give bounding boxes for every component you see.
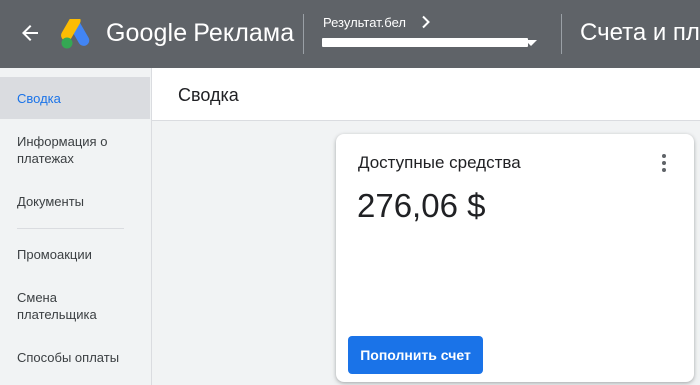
section-title: Счета и пла bbox=[580, 19, 700, 46]
header-divider bbox=[303, 14, 304, 54]
sidebar-item-label: Способы оплаты bbox=[17, 350, 120, 365]
sidebar-item-payment-info[interactable]: Информация о платежах bbox=[0, 133, 150, 167]
brand-title: Google Реклама bbox=[106, 19, 294, 48]
brand-google: Google bbox=[106, 19, 188, 47]
sidebar-item-label: Сводка bbox=[17, 90, 61, 106]
page-title: Сводка bbox=[178, 85, 239, 105]
sidebar-item-change-payer[interactable]: Смена плательщика bbox=[0, 289, 150, 323]
more-vert-icon[interactable] bbox=[659, 152, 669, 174]
sidebar-divider bbox=[17, 228, 124, 229]
available-funds-card: Доступные средства 276,06 $ Пополнить сч… bbox=[336, 134, 694, 382]
brand-product: Реклама bbox=[193, 19, 295, 47]
arrow-back-icon[interactable] bbox=[18, 21, 42, 45]
page-header: Сводка bbox=[152, 68, 700, 121]
chevron-right-icon[interactable] bbox=[420, 15, 432, 29]
card-title: Доступные средства bbox=[358, 153, 521, 172]
sidebar-item-documents[interactable]: Документы bbox=[0, 193, 150, 210]
sidebar-item-label: Смена плательщика bbox=[17, 290, 97, 322]
dropdown-arrow-icon[interactable] bbox=[524, 38, 538, 48]
sidebar-item-label: Промоакции bbox=[17, 247, 92, 262]
sidebar-item-promotions[interactable]: Промоакции bbox=[0, 246, 150, 263]
sidebar-item-label: Информация о платежах bbox=[17, 134, 108, 166]
sidebar-item-summary[interactable]: Сводка bbox=[0, 77, 150, 119]
available-balance: 276,06 $ bbox=[357, 187, 486, 224]
top-app-bar: Google Реклама Результат.бел Счета и пла bbox=[0, 0, 700, 68]
sidebar-item-payment-methods[interactable]: Способы оплаты bbox=[0, 349, 150, 366]
sidebar-item-label: Документы bbox=[17, 194, 85, 209]
account-id-redacted[interactable] bbox=[322, 38, 528, 47]
top-up-button[interactable]: Пополнить счет bbox=[348, 336, 483, 374]
header-divider bbox=[561, 14, 562, 54]
sidebar-nav: Сводка Информация о платежах Документы П… bbox=[0, 68, 152, 385]
google-ads-logo bbox=[61, 19, 90, 49]
account-name[interactable]: Результат.бел bbox=[323, 15, 406, 30]
